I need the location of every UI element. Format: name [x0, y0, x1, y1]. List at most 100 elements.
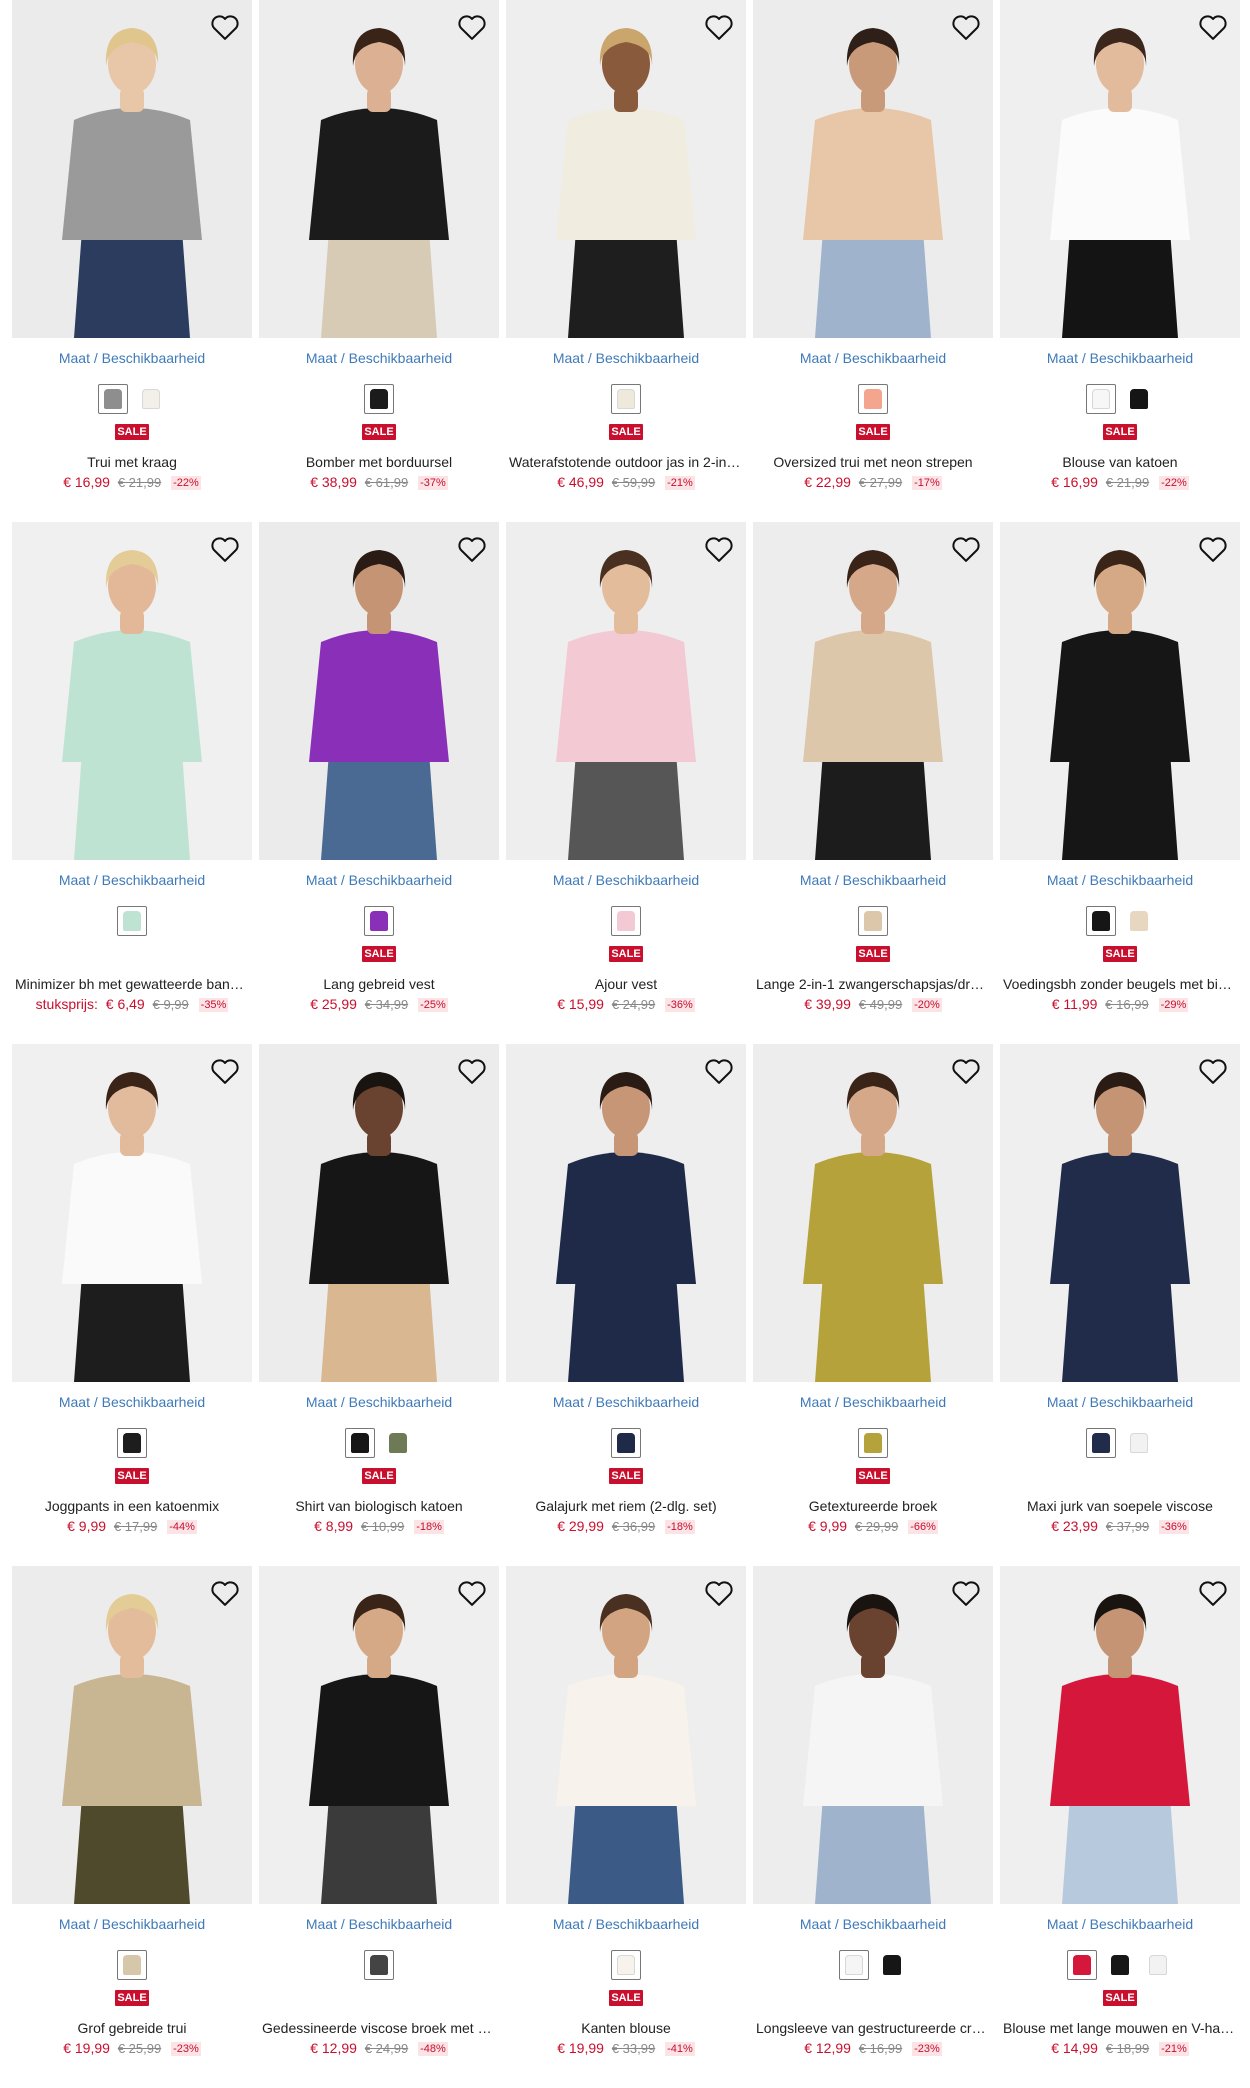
- product-image[interactable]: [753, 1044, 993, 1382]
- size-availability-link[interactable]: Maat / Beschikbaarheid: [12, 872, 252, 890]
- size-availability-link[interactable]: Maat / Beschikbaarheid: [259, 1916, 499, 1934]
- color-swatch[interactable]: [98, 384, 128, 414]
- wishlist-heart-icon[interactable]: [208, 1576, 242, 1610]
- size-availability-link[interactable]: Maat / Beschikbaarheid: [259, 350, 499, 368]
- size-availability-link[interactable]: Maat / Beschikbaarheid: [506, 1394, 746, 1412]
- product-title[interactable]: Grof gebreide trui: [12, 2020, 252, 2038]
- wishlist-heart-icon[interactable]: [455, 10, 489, 44]
- product-card[interactable]: Maat / Beschikbaarheid SALE Blouse met l…: [1000, 1566, 1240, 2088]
- size-availability-link[interactable]: Maat / Beschikbaarheid: [259, 872, 499, 890]
- product-title[interactable]: Oversized trui met neon strepen: [753, 454, 993, 472]
- size-availability-link[interactable]: Maat / Beschikbaarheid: [753, 872, 993, 890]
- product-card[interactable]: Maat / Beschikbaarheid SALE Trui met kra…: [12, 0, 252, 522]
- color-swatch[interactable]: [364, 906, 394, 936]
- product-card[interactable]: Maat / Beschikbaarheid SALE Voedingsbh z…: [1000, 522, 1240, 1044]
- color-swatch[interactable]: [117, 906, 147, 936]
- product-title[interactable]: Ajour vest: [506, 976, 746, 994]
- color-swatch[interactable]: [1086, 384, 1116, 414]
- product-card[interactable]: Maat / Beschikbaarheid SALE Oversized tr…: [753, 0, 993, 522]
- color-swatch[interactable]: [839, 1950, 869, 1980]
- product-title[interactable]: Blouse van katoen: [1000, 454, 1240, 472]
- color-swatch[interactable]: [364, 1950, 394, 1980]
- size-availability-link[interactable]: Maat / Beschikbaarheid: [12, 350, 252, 368]
- wishlist-heart-icon[interactable]: [455, 532, 489, 566]
- product-card[interactable]: Maat / Beschikbaarheid SALE Minimizer bh…: [12, 522, 252, 1044]
- size-availability-link[interactable]: Maat / Beschikbaarheid: [753, 1916, 993, 1934]
- product-image[interactable]: [1000, 1566, 1240, 1904]
- color-swatch[interactable]: [1143, 1950, 1173, 1980]
- product-card[interactable]: Maat / Beschikbaarheid SALE Lange 2-in-1…: [753, 522, 993, 1044]
- size-availability-link[interactable]: Maat / Beschikbaarheid: [1000, 350, 1240, 368]
- size-availability-link[interactable]: Maat / Beschikbaarheid: [12, 1394, 252, 1412]
- size-availability-link[interactable]: Maat / Beschikbaarheid: [506, 872, 746, 890]
- product-image[interactable]: [12, 0, 252, 338]
- color-swatch[interactable]: [117, 1428, 147, 1458]
- product-image[interactable]: [259, 1044, 499, 1382]
- color-swatch[interactable]: [1124, 1428, 1154, 1458]
- product-card[interactable]: Maat / Beschikbaarheid SALE Maxi jurk va…: [1000, 1044, 1240, 1566]
- color-swatch[interactable]: [877, 1950, 907, 1980]
- wishlist-heart-icon[interactable]: [1196, 10, 1230, 44]
- size-availability-link[interactable]: Maat / Beschikbaarheid: [753, 350, 993, 368]
- color-swatch[interactable]: [117, 1950, 147, 1980]
- product-title[interactable]: Trui met kraag: [12, 454, 252, 472]
- color-swatch[interactable]: [1124, 384, 1154, 414]
- product-card[interactable]: Maat / Beschikbaarheid SALE Getextureerd…: [753, 1044, 993, 1566]
- product-title[interactable]: Getextureerde broek: [753, 1498, 993, 1516]
- product-card[interactable]: Maat / Beschikbaarheid SALE Gedessineerd…: [259, 1566, 499, 2088]
- product-card[interactable]: Maat / Beschikbaarheid SALE Bomber met b…: [259, 0, 499, 522]
- product-image[interactable]: [1000, 1044, 1240, 1382]
- color-swatch[interactable]: [136, 384, 166, 414]
- wishlist-heart-icon[interactable]: [208, 532, 242, 566]
- product-image[interactable]: [12, 1044, 252, 1382]
- size-availability-link[interactable]: Maat / Beschikbaarheid: [506, 1916, 746, 1934]
- product-title[interactable]: Longsleeve van gestructureerde crêpe: [753, 2020, 993, 2038]
- color-swatch[interactable]: [611, 906, 641, 936]
- wishlist-heart-icon[interactable]: [949, 1054, 983, 1088]
- product-title[interactable]: Shirt van biologisch katoen: [259, 1498, 499, 1516]
- product-card[interactable]: Maat / Beschikbaarheid SALE Blouse van k…: [1000, 0, 1240, 522]
- product-card[interactable]: Maat / Beschikbaarheid SALE Galajurk met…: [506, 1044, 746, 1566]
- product-image[interactable]: [753, 522, 993, 860]
- product-image[interactable]: [259, 0, 499, 338]
- product-title[interactable]: Lang gebreid vest: [259, 976, 499, 994]
- product-title[interactable]: Blouse met lange mouwen en V-hals (2-dlg…: [1000, 2020, 1240, 2038]
- wishlist-heart-icon[interactable]: [702, 1054, 736, 1088]
- color-swatch[interactable]: [383, 1428, 413, 1458]
- color-swatch[interactable]: [345, 1428, 375, 1458]
- color-swatch[interactable]: [1124, 906, 1154, 936]
- color-swatch[interactable]: [1086, 1428, 1116, 1458]
- color-swatch[interactable]: [364, 384, 394, 414]
- product-title[interactable]: Gedessineerde viscose broek met smokwerk: [259, 2020, 499, 2038]
- product-image[interactable]: [506, 1044, 746, 1382]
- product-title[interactable]: Waterafstotende outdoor jas in 2-in-1 lo…: [506, 454, 746, 472]
- product-title[interactable]: Voedingsbh zonder beugels met biologisch…: [1000, 976, 1240, 994]
- size-availability-link[interactable]: Maat / Beschikbaarheid: [506, 350, 746, 368]
- wishlist-heart-icon[interactable]: [455, 1576, 489, 1610]
- wishlist-heart-icon[interactable]: [949, 532, 983, 566]
- color-swatch[interactable]: [1067, 1950, 1097, 1980]
- color-swatch[interactable]: [611, 1428, 641, 1458]
- product-image[interactable]: [1000, 522, 1240, 860]
- product-title[interactable]: Bomber met borduursel: [259, 454, 499, 472]
- size-availability-link[interactable]: Maat / Beschikbaarheid: [1000, 1394, 1240, 1412]
- color-swatch[interactable]: [858, 384, 888, 414]
- product-title[interactable]: Kanten blouse: [506, 2020, 746, 2038]
- size-availability-link[interactable]: Maat / Beschikbaarheid: [12, 1916, 252, 1934]
- wishlist-heart-icon[interactable]: [702, 1576, 736, 1610]
- size-availability-link[interactable]: Maat / Beschikbaarheid: [753, 1394, 993, 1412]
- color-swatch[interactable]: [611, 1950, 641, 1980]
- product-image[interactable]: [506, 1566, 746, 1904]
- wishlist-heart-icon[interactable]: [1196, 532, 1230, 566]
- product-card[interactable]: Maat / Beschikbaarheid SALE Joggpants in…: [12, 1044, 252, 1566]
- product-card[interactable]: Maat / Beschikbaarheid SALE Waterafstote…: [506, 0, 746, 522]
- product-title[interactable]: Galajurk met riem (2-dlg. set): [506, 1498, 746, 1516]
- product-card[interactable]: Maat / Beschikbaarheid SALE Kanten blous…: [506, 1566, 746, 2088]
- product-image[interactable]: [753, 1566, 993, 1904]
- product-image[interactable]: [259, 1566, 499, 1904]
- product-card[interactable]: Maat / Beschikbaarheid SALE Ajour vest €…: [506, 522, 746, 1044]
- color-swatch[interactable]: [858, 1428, 888, 1458]
- product-image[interactable]: [506, 522, 746, 860]
- product-image[interactable]: [506, 0, 746, 338]
- color-swatch[interactable]: [611, 384, 641, 414]
